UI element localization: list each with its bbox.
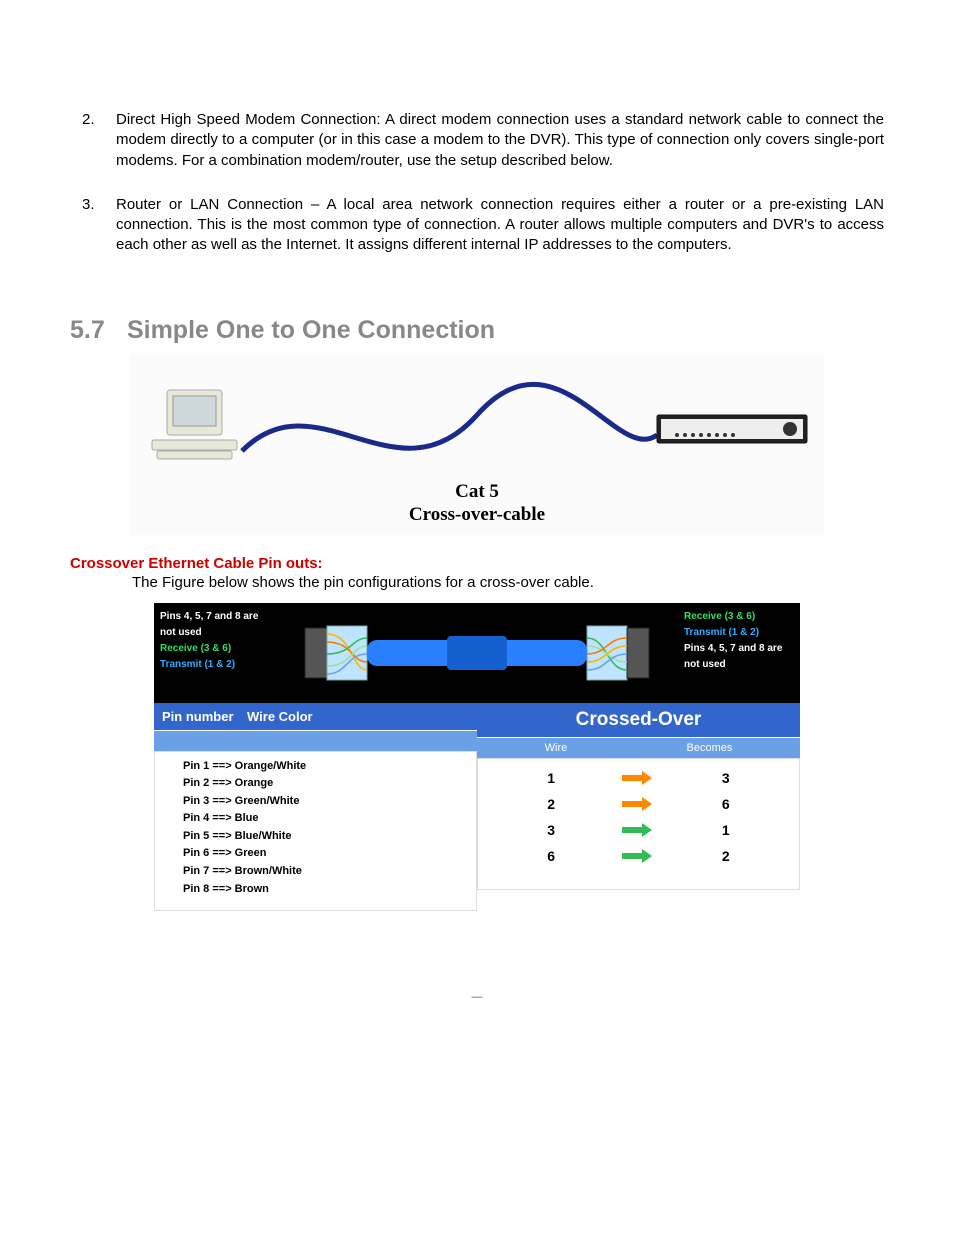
cross-to: 2: [711, 848, 741, 864]
cross-from: 6: [536, 848, 566, 864]
pinout-tables: Pin number Wire Color Pin 1 ==> Orange/W…: [154, 703, 800, 912]
list-item-text: Direct High Speed Modem Connection: A di…: [116, 110, 884, 171]
crossed-over-title: Crossed-Over: [477, 703, 800, 738]
connection-diagram: Cat 5 Cross-over-cable: [130, 355, 824, 535]
cross-from: 3: [536, 822, 566, 838]
arrow-icon: [622, 799, 654, 809]
cross-row: 3 1: [478, 817, 799, 843]
crossover-subheading: Crossover Ethernet Cable Pin outs:: [70, 555, 884, 572]
pin-row: Pin 3 ==> Green/White: [183, 793, 448, 811]
diagram-caption: Cat 5 Cross-over-cable: [130, 481, 824, 527]
unused-pins-label: Pins 4, 5, 7 and 8 are not used: [684, 641, 794, 673]
cross-to: 3: [711, 770, 741, 786]
page-footer: —: [70, 991, 884, 1003]
subheader-wire: Wire: [545, 742, 568, 754]
transmit-label: Transmit (1 & 2): [160, 657, 270, 673]
crossed-over-body: 1 3 2 6 3 1 6 2: [477, 758, 800, 890]
pinout-diagram: Pins 4, 5, 7 and 8 are not used Receive …: [154, 603, 800, 912]
connector-strip: Pins 4, 5, 7 and 8 are not used Receive …: [154, 603, 800, 703]
caption-line1: Cat 5: [130, 481, 824, 504]
cross-to: 6: [711, 796, 741, 812]
crossover-cable-illustration: [276, 603, 678, 703]
cross-from: 1: [536, 770, 566, 786]
pin-row: Pin 5 ==> Blue/White: [183, 828, 448, 846]
header-pin-number: Pin number: [162, 709, 247, 724]
pin-color-table: Pin number Wire Color Pin 1 ==> Orange/W…: [154, 703, 477, 912]
figure-description: The Figure below shows the pin configura…: [132, 574, 884, 591]
pin-table-subheader: [154, 731, 477, 751]
header-wire-color: Wire Color: [247, 709, 469, 724]
list-item-number: 3.: [70, 195, 116, 256]
section-heading: 5.7 Simple One to One Connection: [70, 316, 884, 345]
list-item: 2. Direct High Speed Modem Connection: A…: [70, 110, 884, 171]
subheader-becomes: Becomes: [687, 742, 733, 754]
arrow-icon: [622, 825, 654, 835]
pin-row: Pin 4 ==> Blue: [183, 810, 448, 828]
pin-row: Pin 8 ==> Brown: [183, 881, 448, 899]
cross-row: 6 2: [478, 843, 799, 869]
pin-table-body: Pin 1 ==> Orange/White Pin 2 ==> Orange …: [154, 751, 477, 912]
arrow-icon: [622, 773, 654, 783]
pin-row: Pin 7 ==> Brown/White: [183, 863, 448, 881]
receive-label: Receive (3 & 6): [684, 609, 794, 625]
right-connector-labels: Receive (3 & 6) Transmit (1 & 2) Pins 4,…: [678, 603, 800, 703]
list-item-number: 2.: [70, 110, 116, 171]
list-item-text: Router or LAN Connection – A local area …: [116, 195, 884, 256]
pin-row: Pin 2 ==> Orange: [183, 775, 448, 793]
crossed-over-table: Crossed-Over Wire Becomes 1 3 2 6 3: [477, 703, 800, 912]
pin-row: Pin 6 ==> Green: [183, 845, 448, 863]
cross-from: 2: [536, 796, 566, 812]
cross-to: 1: [711, 822, 741, 838]
pin-table-header: Pin number Wire Color: [154, 703, 477, 731]
cross-row: 1 3: [478, 765, 799, 791]
connection-types-list: 2. Direct High Speed Modem Connection: A…: [70, 110, 884, 256]
arrow-icon: [622, 851, 654, 861]
cross-row: 2 6: [478, 791, 799, 817]
list-item: 3. Router or LAN Connection – A local ar…: [70, 195, 884, 256]
unused-pins-label: Pins 4, 5, 7 and 8 are not used: [160, 609, 270, 641]
pin-row: Pin 1 ==> Orange/White: [183, 758, 448, 776]
left-connector-labels: Pins 4, 5, 7 and 8 are not used Receive …: [154, 603, 276, 703]
section-number: 5.7: [70, 316, 120, 345]
receive-label: Receive (3 & 6): [160, 641, 270, 657]
section-title: Simple One to One Connection: [127, 316, 495, 344]
transmit-label: Transmit (1 & 2): [684, 625, 794, 641]
crossed-over-subheader: Wire Becomes: [477, 738, 800, 758]
caption-line2: Cross-over-cable: [130, 504, 824, 527]
